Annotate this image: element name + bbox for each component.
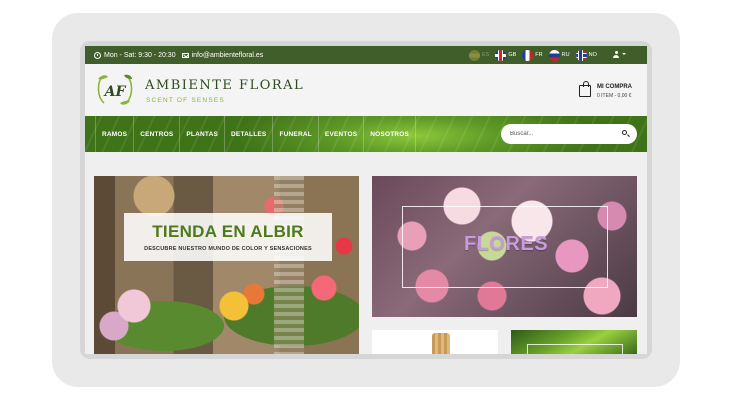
search-input[interactable] [510, 128, 610, 140]
search-icon[interactable] [622, 130, 627, 135]
flowers-banner[interactable]: FLORES [372, 176, 637, 317]
lang-gb-label: GB [508, 52, 517, 58]
lang-fr[interactable]: FR [522, 49, 543, 61]
opening-hours: Mon - Sat: 9:30 - 20:30 [104, 51, 176, 59]
no-flag-icon [575, 49, 587, 61]
site-header: AF AMBIENTE FLORAL SCENT OF SENSES MI CO… [85, 64, 647, 116]
chevron-down-icon [622, 53, 626, 55]
ru-flag-icon [548, 49, 560, 61]
lang-es-label: ES [482, 52, 490, 58]
lang-ru[interactable]: RU [548, 49, 570, 61]
nav-item-centros[interactable]: CENTROS [133, 116, 179, 152]
shopping-bag-icon [579, 81, 591, 97]
clock-icon [94, 51, 101, 59]
lang-no-label: NO [588, 52, 597, 58]
mail-icon [181, 53, 189, 58]
nav-item-nosotros[interactable]: NOSOTROS [363, 116, 417, 152]
store-banner[interactable]: TIENDA EN ALBIR DESCUBRE NUESTRO MUNDO D… [94, 176, 359, 354]
top-info-bar: Mon - Sat: 9:30 - 20:30 info@ambienteflo… [85, 46, 647, 64]
cart-title: MI COMPRA [597, 84, 632, 90]
contact-email[interactable]: info@ambientefloral.es [192, 52, 264, 59]
account-menu[interactable] [613, 51, 626, 58]
store-title: TIENDA EN ALBIR [152, 222, 304, 241]
product-teaser-1[interactable] [372, 330, 498, 354]
logo-monogram: AF [103, 84, 127, 100]
brand-tagline: SCENT OF SENSES [146, 97, 225, 104]
store-banner-caption: TIENDA EN ALBIR DESCUBRE NUESTRO MUNDO D… [124, 213, 332, 261]
store-subtitle: DESCUBRE NUESTRO MUNDO DE COLOR Y SENSAC… [144, 246, 312, 252]
cart-widget[interactable]: MI COMPRA 0 ITEM - 0,00 € [579, 81, 647, 102]
lang-gb[interactable]: GB [495, 49, 517, 61]
lang-no[interactable]: NO [575, 49, 597, 61]
product-teaser-2[interactable] [511, 330, 637, 354]
main-navigation: RAMOS CENTROS PLANTAS DETALLES FUNERAL E… [85, 116, 647, 152]
flowers-title: FLORES [463, 233, 549, 255]
search-box [501, 124, 637, 144]
es-flag-icon [469, 49, 480, 61]
brand-name[interactable]: AMBIENTE FLORAL [145, 78, 304, 93]
nav-item-plantas[interactable]: PLANTAS [179, 116, 224, 152]
lang-ru-label: RU [561, 52, 570, 58]
nav-item-funeral[interactable]: FUNERAL [272, 116, 317, 152]
language-selector: ES GB FR RU NO [469, 48, 603, 62]
flowers-banner-frame: FLORES [402, 206, 608, 288]
logo-icon[interactable]: AF [94, 71, 136, 109]
nav-item-detalles[interactable]: DETALLES [224, 116, 272, 152]
fr-flag-icon [522, 49, 534, 61]
nav-item-eventos[interactable]: EVENTOS [317, 116, 363, 152]
lang-es[interactable]: ES [469, 49, 490, 61]
main-content: TIENDA EN ALBIR DESCUBRE NUESTRO MUNDO D… [85, 152, 647, 354]
user-icon [613, 51, 619, 58]
cart-summary: 0 ITEM - 0,00 € [597, 93, 632, 99]
lang-fr-label: FR [535, 52, 543, 58]
website-viewport: Mon - Sat: 9:30 - 20:30 info@ambienteflo… [85, 46, 647, 354]
nav-item-ramos[interactable]: RAMOS [95, 116, 133, 152]
gb-flag-icon [495, 49, 507, 61]
